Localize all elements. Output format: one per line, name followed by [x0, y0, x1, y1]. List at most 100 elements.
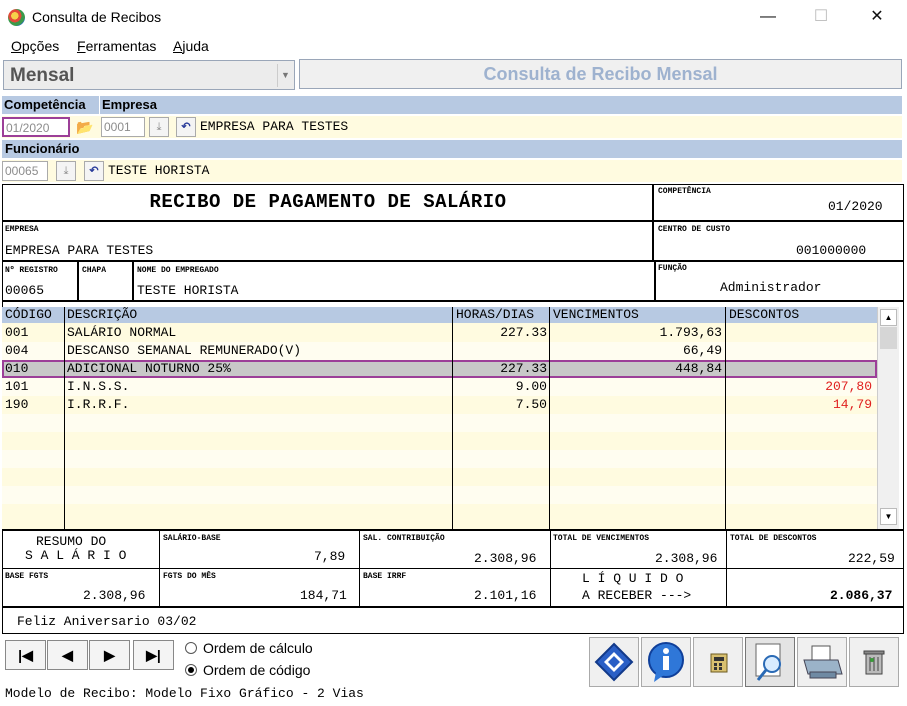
cell-codigo: 101: [5, 379, 29, 394]
competencia-label: Competência: [4, 97, 86, 112]
sal-contrib-caption: SAL. CONTRIBUIÇÃO: [363, 534, 445, 543]
fgts-mes-caption: FGTS DO MÊS: [163, 572, 216, 581]
liquido-value: 2.086,37: [830, 588, 893, 603]
total-venc-caption: TOTAL DE VENCIMENTOS: [553, 534, 650, 543]
info-button[interactable]: [641, 637, 691, 687]
minimize-button[interactable]: —: [745, 0, 791, 34]
table-row[interactable]: [2, 504, 877, 522]
col-descontos: DESCONTOS: [729, 307, 800, 322]
total-desc-value: 222,59: [848, 551, 895, 566]
menu-opcoes[interactable]: Opções: [11, 38, 59, 54]
cell-descricao: DESCANSO SEMANAL REMUNERADO(V): [67, 343, 302, 358]
cell-descontos: 14,79: [832, 397, 872, 412]
radio-ordem-calculo[interactable]: [185, 642, 197, 654]
liquido-line1: L Í Q U I D O: [582, 571, 684, 586]
radio-ordem-codigo[interactable]: [185, 664, 197, 676]
mode-select[interactable]: Mensal ▼: [3, 60, 295, 90]
divider: [64, 307, 65, 529]
resumo-line1: RESUMO DO: [36, 534, 107, 549]
scroll-down-icon[interactable]: ▼: [880, 508, 897, 525]
base-fgts-value: 2.308,96: [83, 588, 146, 603]
last-record-button[interactable]: ▶|: [133, 640, 174, 670]
divider: [159, 569, 160, 607]
table-row[interactable]: [2, 486, 877, 504]
table-row[interactable]: 101 I.N.S.S. 9.00 207,80: [2, 378, 877, 396]
total-venc-value: 2.308,96: [655, 551, 718, 566]
col-vencimentos: VENCIMENTOS: [553, 307, 639, 322]
menu-ajuda[interactable]: Ajuda: [173, 38, 209, 54]
undo-icon[interactable]: ↶: [84, 161, 104, 181]
calculator-button[interactable]: [693, 637, 743, 687]
ordem-calculo-label[interactable]: Ordem de cálculo: [203, 640, 313, 656]
prev-record-button[interactable]: ◀: [47, 640, 88, 670]
screen-title: Consulta de Recibo Mensal: [299, 59, 902, 89]
table-row[interactable]: [2, 450, 877, 468]
funcao-value: Administrador: [720, 280, 822, 295]
divider: [550, 531, 551, 607]
funcionario-label: Funcionário: [2, 140, 902, 158]
divider: [99, 96, 100, 114]
receipt-message: Feliz Aniversario 03/02: [17, 614, 197, 629]
scroll-thumb[interactable]: [880, 327, 897, 349]
funcao-caption: FUNÇÃO: [658, 264, 687, 273]
base-irrf-value: 2.101,16: [474, 588, 537, 603]
scroll-up-icon[interactable]: ▲: [880, 309, 897, 326]
empresa-code-input[interactable]: 0001: [101, 117, 145, 137]
divider: [2, 300, 904, 302]
cell-descricao: SALÁRIO NORMAL: [67, 325, 177, 340]
maximize-button[interactable]: ☐: [798, 0, 844, 34]
competencia-caption: COMPETÊNCIA: [658, 187, 711, 196]
menu-ferramentas[interactable]: Ferramentas: [77, 38, 156, 54]
competencia-input[interactable]: 01/2020: [2, 117, 70, 137]
chevron-down-icon[interactable]: ▼: [277, 64, 293, 87]
fgts-mes-value: 184,71: [300, 588, 347, 603]
info-icon: [648, 642, 684, 682]
empresa-label: Empresa: [102, 97, 157, 112]
close-button[interactable]: ✕: [854, 0, 900, 34]
funcionario-code-input[interactable]: 00065: [2, 161, 48, 181]
table-row[interactable]: 190 I.R.R.F. 7.50 14,79: [2, 396, 877, 414]
registro-caption: Nº REGISTRO: [5, 266, 58, 275]
receipt-title: RECIBO DE PAGAMENTO DE SALÁRIO: [149, 191, 507, 213]
divider: [132, 262, 134, 300]
liquido-line2: A RECEBER --->: [582, 588, 692, 603]
col-descricao: DESCRIÇÃO: [67, 307, 138, 322]
download-arrow-icon[interactable]: ⤓: [56, 161, 76, 181]
col-codigo: CÓDIGO: [5, 307, 52, 322]
export-button[interactable]: [589, 637, 639, 687]
table-row[interactable]: 001 SALÁRIO NORMAL 227.33 1.793,63: [2, 324, 877, 342]
ordem-codigo-label[interactable]: Ordem de código: [203, 662, 310, 678]
next-record-button[interactable]: ▶: [89, 640, 130, 670]
nome-caption: NOME DO EMPREGADO: [137, 266, 219, 275]
download-arrow-icon[interactable]: ⤓: [149, 117, 169, 137]
sal-contrib-value: 2.308,96: [474, 551, 537, 566]
divider: [2, 568, 904, 569]
divider: [2, 529, 904, 531]
divider: [549, 307, 550, 529]
table-row[interactable]: [2, 468, 877, 486]
table-row[interactable]: [2, 432, 877, 450]
app-icon: [8, 9, 25, 26]
empresa-value: EMPRESA PARA TESTES: [5, 243, 154, 258]
cell-descontos: 207,80: [825, 379, 872, 394]
centro-caption: CENTRO DE CUSTO: [658, 225, 731, 234]
grid-scrollbar[interactable]: ▲ ▼: [877, 307, 899, 529]
delete-button[interactable]: [849, 637, 899, 687]
print-button[interactable]: [797, 637, 847, 687]
undo-icon[interactable]: ↶: [176, 117, 196, 137]
divider: [2, 260, 904, 262]
first-record-button[interactable]: |◀: [5, 640, 46, 670]
table-row[interactable]: 004 DESCANSO SEMANAL REMUNERADO(V) 66,49: [2, 342, 877, 360]
total-desc-caption: TOTAL DE DESCONTOS: [730, 534, 817, 543]
table-row[interactable]: [2, 414, 877, 432]
nome-value: TESTE HORISTA: [137, 283, 239, 298]
cell-descricao: I.R.R.F.: [67, 397, 130, 412]
preview-button[interactable]: [745, 637, 795, 687]
cell-codigo: 010: [5, 361, 29, 376]
divider: [654, 220, 904, 222]
competencia-value: 01/2020: [828, 199, 883, 214]
diamond-arrows-icon: [594, 642, 634, 682]
mode-select-value: Mensal: [10, 65, 75, 86]
folder-open-icon[interactable]: 📂: [73, 117, 97, 137]
table-row[interactable]: 010 ADICIONAL NOTURNO 25% 227.33 448,84: [2, 360, 877, 378]
